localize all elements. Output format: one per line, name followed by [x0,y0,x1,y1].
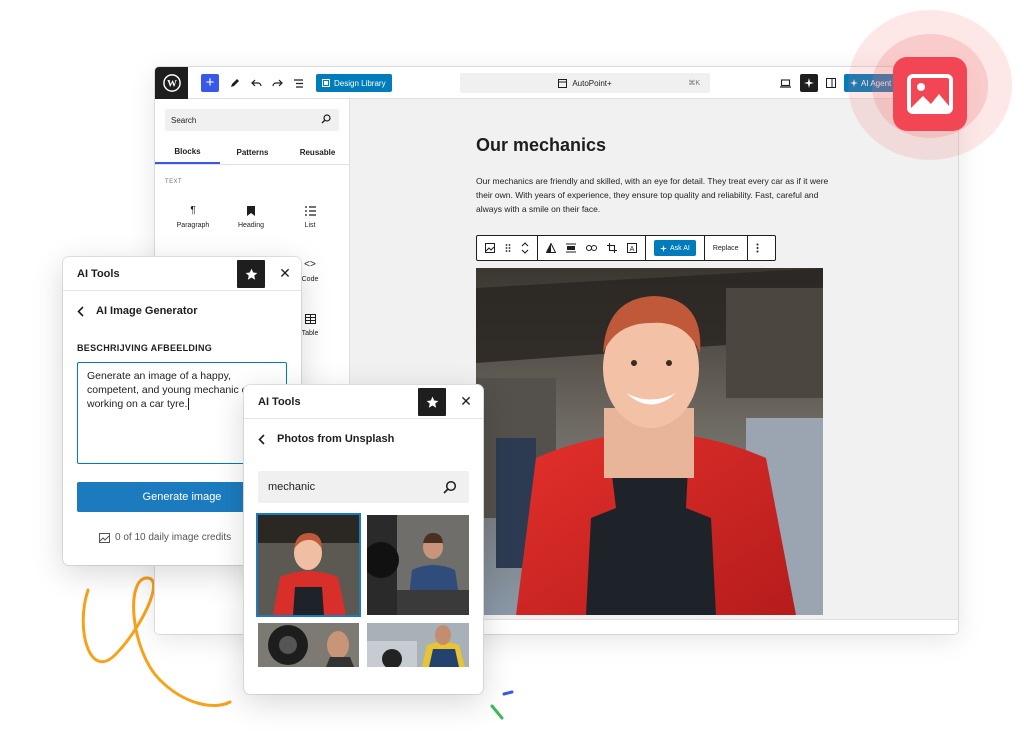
close-icon[interactable]: ✕ [458,393,474,409]
move-up-down-icon[interactable] [521,242,529,254]
text-cursor [188,398,190,410]
library-icon [322,79,330,87]
panel-subheader: Photos from Unsplash [258,433,394,445]
crop-icon[interactable] [607,243,617,253]
document-overview-icon[interactable] [290,74,306,92]
paragraph-icon: ¶ [190,205,196,216]
confetti-decoration [490,690,514,720]
text-over-image-icon[interactable]: A [627,243,637,253]
block-item-label: List [304,221,316,229]
panel-title: AI Tools [258,396,301,408]
panel-header: AI Tools ✕ [244,385,483,419]
picture-icon [907,74,953,114]
back-chevron-icon[interactable] [77,305,84,317]
panel-subtitle: AI Image Generator [96,305,198,317]
tab-patterns[interactable]: Patterns [220,141,285,164]
command-title: AutoPoint+ [572,78,612,88]
star-icon[interactable] [237,260,265,288]
ask-ai-label: Ask AI [670,244,690,252]
unsplash-photo-1[interactable] [256,513,361,617]
design-library-button[interactable]: Design Library [316,74,392,92]
toolbar-group-more [748,236,767,260]
svg-text:W: W [167,78,177,89]
block-item-list[interactable]: List [282,197,338,237]
panel-header: AI Tools ✕ [63,257,301,291]
mechanic-hero-image[interactable] [476,268,823,615]
pencil-tool-icon[interactable] [227,74,243,92]
block-item-label: Heading [237,221,265,229]
panel-title: AI Tools [77,268,120,280]
sidebar-toggle-icon[interactable] [823,74,839,92]
design-library-label: Design Library [334,78,386,88]
description-label: BESCHRIJVING AFBEELDING [77,343,213,353]
unsplash-search-input[interactable]: mechanic [258,471,469,503]
replace-button[interactable]: Replace [713,245,739,252]
block-item-label: Paragraph [176,222,210,229]
wordpress-logo-icon[interactable]: W [155,67,188,99]
drag-handle-icon[interactable] [505,243,511,253]
command-palette-bar[interactable]: AutoPoint+ ⌘K [460,73,710,93]
block-item-heading[interactable]: Heading [223,197,279,237]
panel-subtitle: Photos from Unsplash [277,433,395,445]
search-icon [321,114,331,124]
add-block-icon[interactable]: + [201,74,219,92]
unsplash-photos-panel: AI Tools ✕ Photos from Unsplash mechanic [244,385,483,694]
unsplash-photo-2[interactable] [367,515,469,615]
svg-text:A: A [630,246,635,253]
command-shortcut: ⌘K [688,80,700,87]
block-item-paragraph[interactable]: ¶ Paragraph [165,197,221,237]
unsplash-search-query: mechanic [268,481,316,493]
back-chevron-icon[interactable] [258,433,265,445]
close-icon[interactable]: ✕ [277,265,293,281]
tab-blocks[interactable]: Blocks [155,141,220,164]
tab-reusable[interactable]: Reusable [285,141,350,164]
post-title[interactable]: Our mechanics [476,135,606,156]
table-icon [304,313,316,324]
block-item-label: Code [301,276,319,283]
sparkle-toggle-icon[interactable] [800,74,818,92]
link-icon[interactable] [586,244,597,252]
ask-ai-button[interactable]: Ask AI [654,240,696,256]
search-icon[interactable] [443,480,457,494]
block-search-placeholder: Search [171,115,197,125]
star-icon[interactable] [418,388,446,416]
toolbar-group-format: A [538,236,646,260]
image-block-icon[interactable] [485,243,495,253]
undo-icon[interactable] [248,74,264,92]
stage: W + Design Library AutoPoint+ ⌘K AI Agen… [0,0,1024,731]
list-icon [304,205,316,216]
editor-topbar: W + Design Library AutoPoint+ ⌘K AI Agen… [155,67,958,99]
unsplash-photo-4[interactable] [367,623,469,667]
redo-icon[interactable] [269,74,285,92]
image-prompt-text: Generate an image of a happy, competent,… [87,370,269,410]
toolbar-group-replace: Replace [705,236,748,260]
unsplash-photo-3[interactable] [258,623,359,667]
image-app-icon [893,57,967,131]
panel-subheader: AI Image Generator [77,305,197,317]
bookmark-icon [247,205,255,216]
credits-text: 0 of 10 daily image credits [115,532,232,543]
align-icon[interactable] [566,243,576,253]
inserter-tabs: Blocks Patterns Reusable [155,141,350,165]
image-block-toolbar: A Ask AI Replace [476,235,776,261]
toolbar-group-ai: Ask AI [646,236,705,260]
block-search-input[interactable]: Search [165,109,339,131]
image-credit-icon [99,532,110,543]
page-icon [558,78,568,88]
preview-device-icon[interactable] [777,74,793,92]
code-icon: <> [304,259,316,270]
credits-indicator: 0 of 10 daily image credits [99,532,231,543]
post-paragraph[interactable]: Our mechanics are friendly and skilled, … [476,174,836,216]
block-item-label: Table [301,329,319,337]
more-options-icon[interactable] [756,243,759,253]
duotone-icon[interactable] [546,243,556,253]
block-category-label: TEXT [165,179,182,185]
sparkle-icon [660,244,667,252]
toolbar-group-block [477,236,538,260]
